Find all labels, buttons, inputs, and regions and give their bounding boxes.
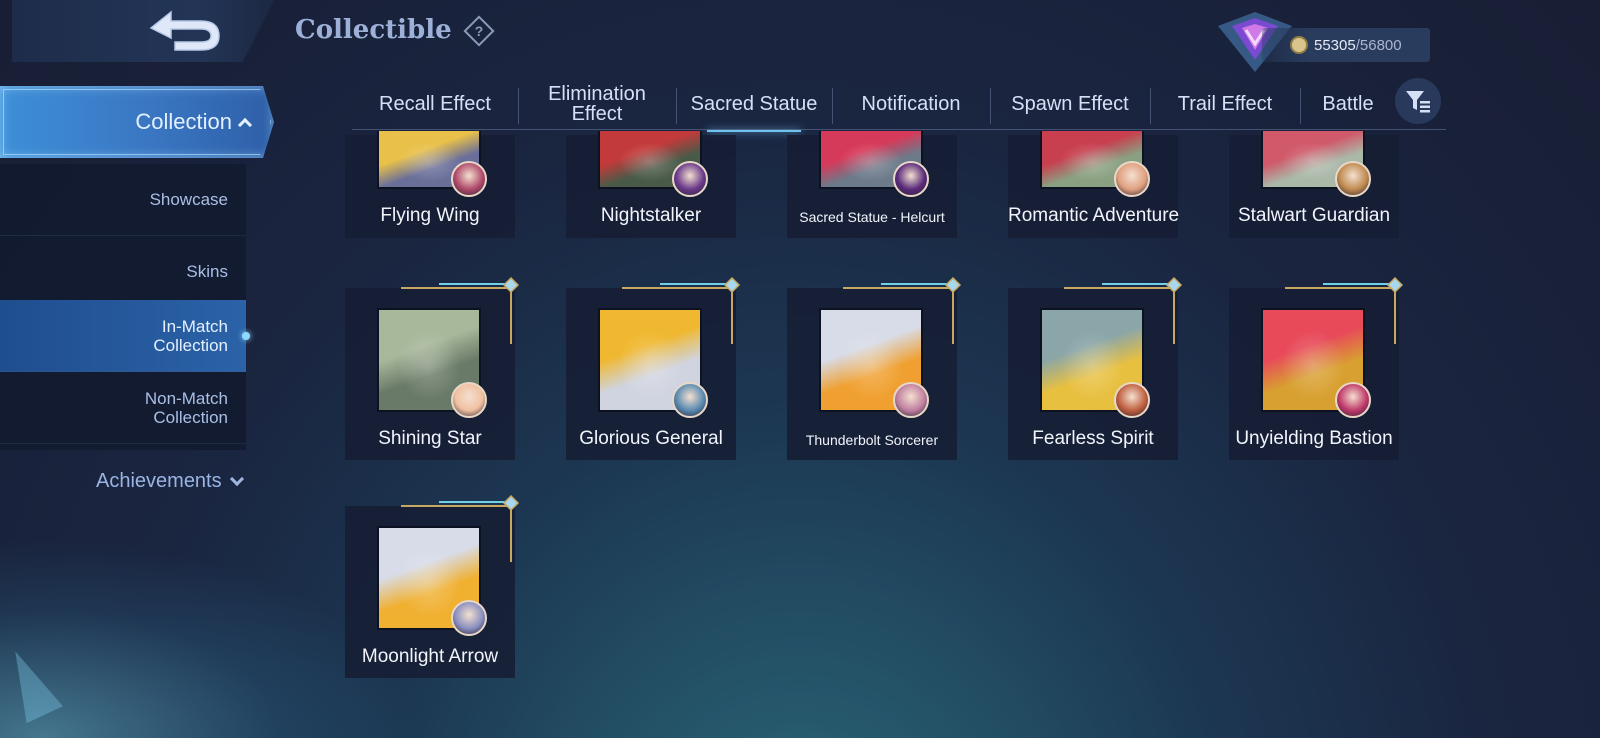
collectible-card[interactable]: Romantic Adventure bbox=[1008, 131, 1180, 238]
collectible-card[interactable]: Fearless Spirit bbox=[1008, 276, 1183, 460]
nav-collection[interactable]: Collection bbox=[0, 86, 274, 158]
nav-item-skins[interactable]: Skins bbox=[0, 236, 246, 308]
filter-icon bbox=[1406, 91, 1430, 113]
back-arrow-icon bbox=[149, 10, 220, 51]
collectible-card[interactable]: Flying Wing bbox=[345, 131, 515, 238]
collection-points: 55305/56800 bbox=[1262, 28, 1430, 62]
nav-item-in-match-collection[interactable]: In-Match Collection bbox=[0, 300, 250, 372]
hero-avatar-icon bbox=[672, 161, 708, 197]
tab-battle[interactable]: Battle bbox=[1300, 82, 1396, 126]
collectible-name: Stalwart Guardian bbox=[1237, 205, 1391, 226]
collection-subnav: Showcase Skins In-Match Collection Non-M… bbox=[0, 164, 250, 450]
filter-button[interactable] bbox=[1395, 78, 1441, 124]
nav-collection-label: Collection bbox=[135, 109, 232, 134]
tab-label: Battle bbox=[1322, 93, 1374, 115]
nav-achievements-label: Achievements bbox=[96, 470, 222, 492]
collectible-name: Sacred Statue - Helcurt bbox=[799, 209, 945, 225]
collectible-name: Glorious General bbox=[579, 428, 723, 449]
points-max: 56800 bbox=[1359, 36, 1402, 54]
collectible-card[interactable]: Unyielding Bastion bbox=[1229, 276, 1404, 460]
collectible-name: Nightstalker bbox=[600, 205, 702, 226]
hero-avatar-icon bbox=[672, 382, 708, 418]
hero-avatar-icon bbox=[1114, 382, 1150, 418]
help-icon[interactable]: ? bbox=[462, 14, 496, 48]
hero-avatar-icon bbox=[451, 161, 487, 197]
collectible-name: Thunderbolt Sorcerer bbox=[805, 432, 939, 448]
collectible-card[interactable]: Shining Star bbox=[345, 276, 520, 460]
points-current: 55305 bbox=[1314, 36, 1356, 54]
collectible-card[interactable]: Moonlight Arrow bbox=[345, 494, 520, 678]
tab-label: Notification bbox=[861, 93, 961, 115]
hero-avatar-icon bbox=[1335, 382, 1371, 418]
back-button[interactable] bbox=[145, 8, 225, 54]
collectible-name: Flying Wing bbox=[380, 205, 480, 226]
tab-label: Elimination Effect bbox=[548, 83, 646, 125]
tab-label: Spawn Effect bbox=[1011, 93, 1129, 115]
hero-avatar-icon bbox=[451, 382, 487, 418]
svg-text:?: ? bbox=[475, 23, 484, 39]
collectible-name: Fearless Spirit bbox=[1032, 428, 1154, 449]
chevron-up-icon bbox=[237, 117, 253, 133]
nav-achievements[interactable]: Achievements bbox=[96, 470, 244, 493]
collectible-name: Shining Star bbox=[378, 428, 482, 449]
back-panel bbox=[12, 0, 274, 62]
hero-avatar-icon bbox=[893, 382, 929, 418]
tab-label: Sacred Statue bbox=[690, 93, 818, 115]
hero-avatar-icon bbox=[1114, 161, 1150, 197]
nav-item-label: Showcase bbox=[149, 190, 228, 209]
nav-item-label: Skins bbox=[186, 262, 228, 281]
tab-sacred-statue[interactable]: Sacred Statue bbox=[676, 82, 832, 132]
collectible-card[interactable]: Stalwart Guardian bbox=[1229, 131, 1399, 238]
tab-notification[interactable]: Notification bbox=[832, 82, 990, 126]
tab-label: Recall Effect bbox=[379, 93, 491, 115]
nav-item-showcase[interactable]: Showcase bbox=[0, 164, 246, 236]
collectible-name: Moonlight Arrow bbox=[361, 646, 499, 667]
hero-avatar-icon bbox=[1335, 161, 1371, 197]
tab-recall-effect[interactable]: Recall Effect bbox=[352, 82, 518, 126]
hero-avatar-icon bbox=[893, 161, 929, 197]
page-title: Collectible bbox=[295, 15, 452, 45]
collectible-name: Unyielding Bastion bbox=[1235, 428, 1393, 449]
collectible-card[interactable]: Sacred Statue - Helcurt bbox=[787, 131, 957, 238]
chevron-down-icon bbox=[229, 471, 244, 486]
category-tabs: Recall Effect Elimination Effect Sacred … bbox=[352, 78, 1446, 132]
tab-label: Trail Effect bbox=[1177, 93, 1273, 115]
nav-item-label: Non-Match Collection bbox=[144, 388, 228, 427]
collectible-card[interactable]: Glorious General bbox=[566, 276, 741, 460]
decorative-shard bbox=[0, 642, 63, 724]
tab-elimination-effect[interactable]: Elimination Effect bbox=[518, 82, 676, 126]
collectible-card[interactable]: Thunderbolt Sorcerer bbox=[787, 276, 962, 460]
collectible-card[interactable]: Nightstalker bbox=[566, 131, 736, 238]
nav-item-non-match-collection[interactable]: Non-Match Collection bbox=[0, 372, 246, 444]
collectible-name: Romantic Adventure bbox=[1008, 205, 1180, 226]
tab-trail-effect[interactable]: Trail Effect bbox=[1150, 82, 1300, 126]
tab-spawn-effect[interactable]: Spawn Effect bbox=[990, 82, 1150, 126]
nav-item-label: In-Match Collection bbox=[153, 316, 228, 355]
coin-icon bbox=[1290, 36, 1308, 54]
hero-avatar-icon bbox=[451, 600, 487, 636]
